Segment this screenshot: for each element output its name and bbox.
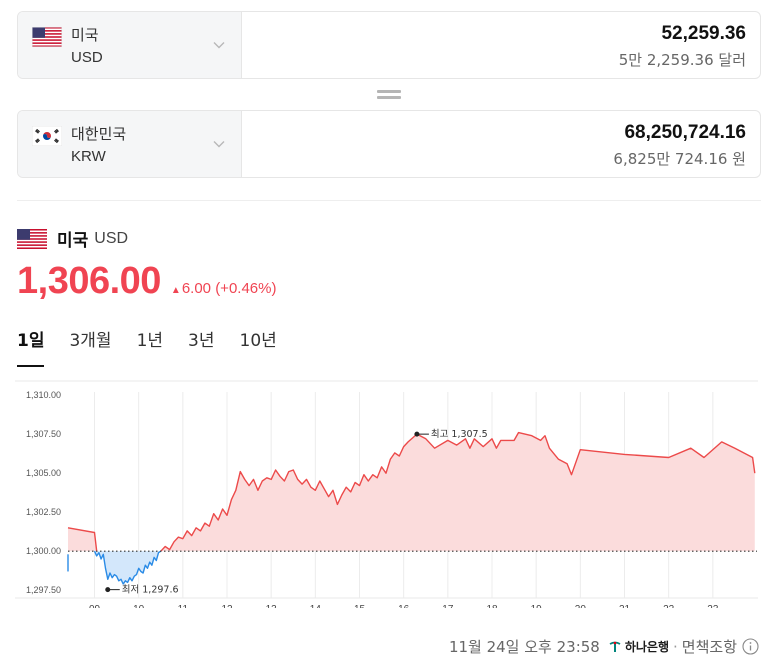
from-amount-field[interactable]: 52,259.36 5만 2,259.36 달러 (242, 12, 760, 78)
from-amount-text: 5만 2,259.36 달러 (618, 51, 746, 69)
low-area-fill (94, 551, 161, 584)
y-tick-label: 1,310.00 (26, 390, 61, 400)
from-amount-value: 52,259.36 (661, 23, 746, 44)
tab-1-day[interactable]: 1일 (17, 326, 45, 367)
y-tick-label: 1,305.00 (26, 468, 61, 478)
update-timestamp: 11월 24일 오후 23:58 (448, 638, 600, 656)
to-currency-name: 대한민국 (71, 125, 127, 143)
kr-flag-icon (32, 126, 62, 146)
to-currency-select[interactable]: 대한민국 KRW (18, 111, 242, 177)
x-tick-label: 11 (178, 604, 189, 608)
from-currency-name: 미국 (71, 26, 99, 44)
chevron-down-icon (213, 42, 225, 49)
to-currency-code: KRW (71, 148, 106, 165)
y-tick-label: 1,307.50 (26, 429, 61, 439)
rate-change-text: 6.00 (+0.46%) (181, 280, 277, 297)
tab-10-years[interactable]: 10년 (240, 326, 277, 367)
chevron-down-icon (213, 141, 225, 148)
equals-icon (377, 90, 401, 100)
x-tick-label: 17 (442, 604, 454, 608)
from-currency-select[interactable]: 미국 USD (18, 12, 242, 78)
x-tick-label: 10 (133, 604, 145, 608)
to-amount-text: 6,825만 724.16 원 (613, 150, 746, 168)
section-divider (17, 200, 761, 201)
y-tick-label: 1,297.50 (26, 585, 61, 595)
up-triangle-icon: ▲ (170, 285, 181, 296)
x-tick-label: 18 (486, 604, 498, 608)
low-marker-label: 최저 1,297.6 (122, 585, 179, 596)
rate-title: 미국 USD (17, 226, 128, 251)
high-area-fill (160, 432, 755, 552)
tab-3-years[interactable]: 3년 (188, 326, 214, 367)
from-currency-code: USD (71, 49, 103, 66)
disclaimer-link[interactable]: 면책조항 (682, 636, 737, 657)
us-flag-icon (17, 228, 47, 249)
rate-summary: 1,306.00 ▲6.00 (+0.46%) (17, 260, 276, 303)
x-tick-label: 12 (221, 604, 233, 608)
y-tick-label: 1,302.50 (26, 507, 61, 517)
y-tick-label: 1,300.00 (26, 546, 61, 556)
to-amount-field[interactable]: 68,250,724.16 6,825만 724.16 원 (242, 111, 760, 177)
tab-3-months[interactable]: 3개월 (69, 326, 111, 367)
to-amount-value: 68,250,724.16 (624, 122, 746, 143)
x-tick-label: 20 (575, 604, 587, 608)
tab-1-year[interactable]: 1년 (137, 326, 163, 367)
x-tick-label: 23 (707, 604, 719, 608)
footer: 11월 24일 오후 23:58 하나은행 · 면책조항 (449, 636, 759, 657)
rate-change: ▲6.00 (+0.46%) (171, 280, 277, 297)
from-currency-box: 미국 USD 52,259.36 5만 2,259.36 달러 (17, 11, 761, 79)
x-tick-label: 15 (354, 604, 366, 608)
x-tick-label: 19 (531, 604, 543, 608)
x-tick-label: 14 (310, 604, 322, 608)
bank-name: 하나은행 (624, 640, 670, 654)
rate-value: 1,306.00 (17, 260, 161, 302)
footer-separator: · (673, 637, 678, 656)
x-tick-label: 16 (398, 604, 410, 608)
x-tick-label: 09 (89, 604, 101, 608)
rate-country-name: 미국 (57, 231, 89, 251)
x-tick-label: 13 (266, 604, 278, 608)
bank-source: 하나은행 (608, 638, 669, 655)
x-tick-label: 22 (663, 604, 675, 608)
x-tick-label: 21 (619, 604, 631, 608)
exchange-rate-chart[interactable]: 09 10 11 12 13 14 15 16 17 18 19 20 21 22 23 1,310.00 1,… (0, 378, 773, 608)
rate-currency-code: USD (94, 229, 129, 247)
high-area-fill (68, 527, 97, 552)
high-marker-label: 최고 1,307.5 (431, 429, 488, 440)
hana-bank-logo-icon (609, 641, 621, 652)
period-tabs: 1일 3개월 1년 3년 10년 (17, 326, 302, 367)
info-icon[interactable] (742, 638, 759, 655)
to-currency-box: 대한민국 KRW 68,250,724.16 6,825만 724.16 원 (17, 110, 761, 178)
us-flag-icon (32, 27, 62, 47)
